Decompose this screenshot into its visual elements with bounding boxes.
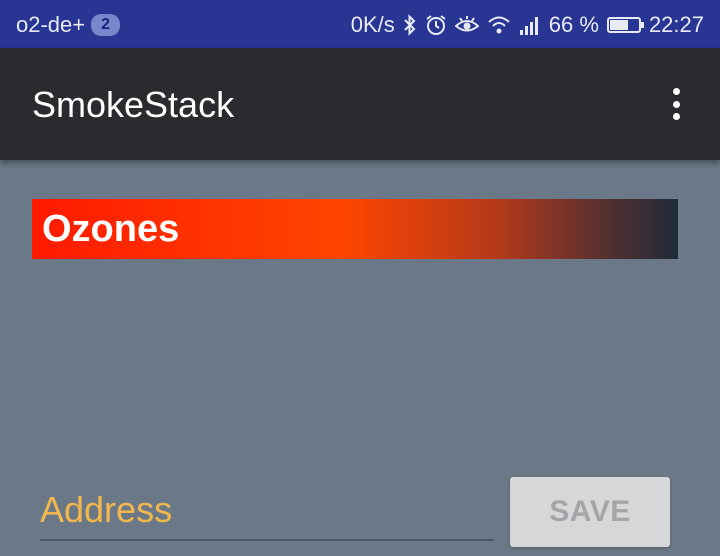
app-title: SmokeStack [32,84,235,125]
more-vert-icon[interactable] [656,84,696,124]
address-underline [40,539,494,541]
save-button[interactable]: SAVE [510,477,670,547]
clock-label: 22:27 [648,12,704,37]
status-bar: o2-de+ 2 0K/s 66 % 22:27 [0,0,720,48]
ozones-banner: Ozones [32,199,678,259]
alarm-icon [425,14,447,36]
address-field-wrapper [40,484,494,541]
eye-icon [454,15,479,35]
wifi-icon [487,15,511,35]
battery-level-fill [609,20,628,30]
battery-percent-label: 66 % [548,12,599,37]
address-input[interactable] [40,484,494,536]
app-bar: SmokeStack [0,48,720,160]
app-screen: o2-de+ 2 0K/s 66 % 22:27 SmokeStack Ozon… [0,0,720,556]
net-speed-label: 0K/s [350,12,395,37]
battery-icon [606,17,644,33]
banner-label: Ozones [42,208,180,250]
status-bar-left: o2-de+ 2 [16,12,121,38]
notification-count-badge: 2 [91,14,121,36]
cellular-signal-icon [519,15,541,35]
status-bar-right: 0K/s 66 % 22:27 [343,12,704,38]
bluetooth-icon [403,14,417,36]
carrier-label: o2-de+ [16,12,86,37]
